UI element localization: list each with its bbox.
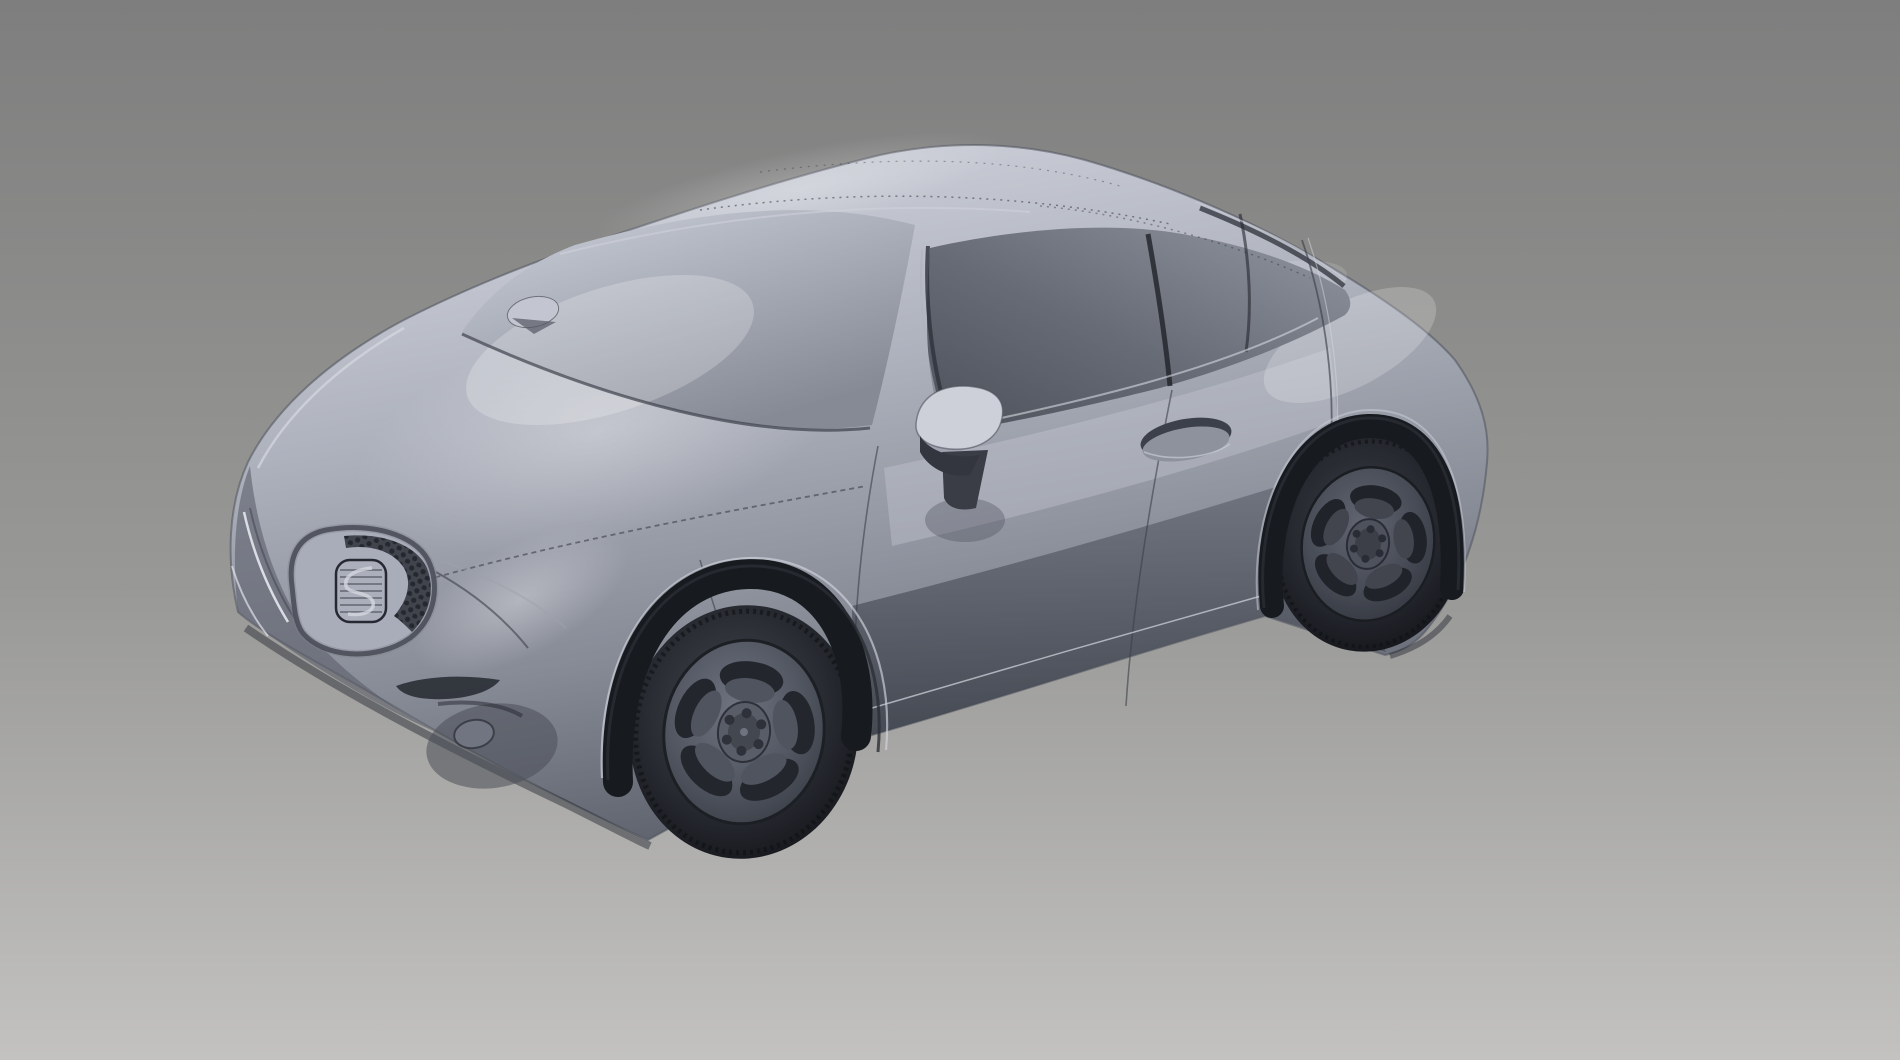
- seat-badge-icon: [336, 560, 386, 622]
- viewport-3d-render: compact hatchback concept car: [0, 0, 1900, 1060]
- front-grille: [291, 528, 434, 654]
